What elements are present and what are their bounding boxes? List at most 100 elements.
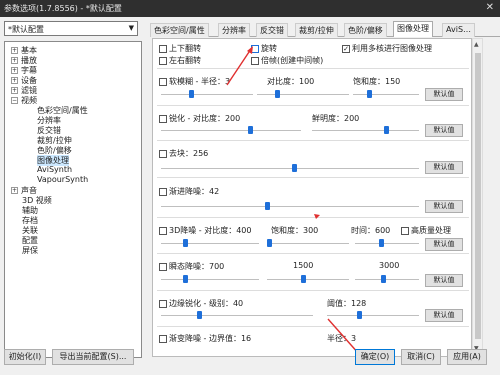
flip-horizontal-checkbox[interactable]: 左右翻转 — [159, 55, 201, 66]
slider-thumb[interactable] — [379, 239, 384, 247]
temporal-denoise-checkbox[interactable]: 瞬态降噪：700 — [159, 261, 224, 272]
collapse-icon[interactable]: − — [11, 97, 18, 104]
export-config-button[interactable]: 导出当前配置(S)... — [52, 349, 134, 365]
tab-bar: 色彩空间/属性 分辨率 反交错 裁剪/拉伸 色阶/偏移 图像处理 AviS… — [150, 21, 500, 37]
checkbox-box[interactable] — [159, 226, 167, 235]
scroll-thumb[interactable] — [475, 53, 481, 339]
tree-item-avisynth[interactable]: AviSynth — [37, 165, 72, 174]
image-processing-panel: 上下翻转 左右翻转 旋转 倍帧(创建中间帧) ✓ 利用多核进行图像处理 软模糊 -… — [152, 38, 472, 357]
temporal-denoise-slider-2[interactable] — [267, 279, 349, 280]
soften-saturation-label: 饱和度：150 — [353, 77, 401, 86]
expand-icon[interactable]: + — [11, 187, 18, 194]
slider-thumb[interactable] — [301, 275, 306, 283]
slider-thumb[interactable] — [275, 90, 280, 98]
divider — [157, 326, 469, 327]
expand-icon[interactable]: + — [11, 77, 18, 84]
slider-thumb[interactable] — [183, 239, 188, 247]
slider-thumb[interactable] — [267, 239, 272, 247]
default-button[interactable]: 默认值 — [425, 274, 463, 287]
soften-saturation-slider[interactable] — [353, 94, 419, 95]
edge-level-slider[interactable] — [161, 315, 313, 316]
deblock-slider[interactable] — [161, 168, 419, 169]
temporal-denoise-slider-1[interactable] — [161, 279, 259, 280]
ok-button[interactable]: 确定(O) — [355, 349, 395, 365]
tree-item-vapoursynth[interactable]: VapourSynth — [37, 175, 88, 184]
checkbox-box[interactable] — [159, 299, 167, 308]
sharpen-checkbox[interactable]: 锐化 - 对比度：200 — [159, 113, 240, 124]
denoise-slider[interactable] — [161, 206, 419, 207]
temporal-denoise-value-3: 3000 — [379, 261, 400, 270]
checkbox-box[interactable] — [401, 226, 409, 235]
soften-contrast-slider[interactable] — [257, 94, 349, 95]
edge-threshold-slider[interactable] — [327, 315, 419, 316]
slider-thumb[interactable] — [381, 275, 386, 283]
default-button[interactable]: 默认值 — [425, 124, 463, 137]
denoise3d-checkbox[interactable]: 3D降噪 - 对比度：400 — [159, 225, 252, 236]
checkbox-box[interactable] — [159, 334, 167, 343]
flip-vertical-checkbox[interactable]: 上下翻转 — [159, 43, 201, 54]
slider-thumb[interactable] — [248, 126, 253, 134]
slider-thumb[interactable] — [183, 275, 188, 283]
tab-crop[interactable]: 裁剪/拉伸 — [295, 23, 338, 37]
checkbox-box[interactable] — [159, 149, 167, 158]
slider-thumb[interactable] — [292, 164, 297, 172]
denoise3d-saturation-slider[interactable] — [267, 243, 349, 244]
slider-thumb[interactable] — [197, 311, 202, 319]
scroll-up-icon[interactable]: ▲ — [474, 41, 479, 48]
checkbox-box[interactable] — [159, 114, 167, 123]
category-tree[interactable]: + 基本 + 播放 + 字幕 + 设备 + 滤镜 − 视频 色彩空间/属性 分辨率 反交错 … — [4, 41, 142, 358]
denoise3d-time-slider[interactable] — [355, 243, 419, 244]
preset-dropdown[interactable]: *默认配置 ▼ — [4, 21, 138, 36]
deblock-checkbox[interactable]: 去块：256 — [159, 148, 208, 159]
sharpen-brightness-label: 鲜明度：200 — [312, 114, 360, 123]
panel-scrollbar[interactable]: ▲ ▼ — [472, 38, 483, 357]
preferences-window: *默认配置 ▼ + 基本 + 播放 + 字幕 + 设备 + 滤镜 − 视频 色彩空间/属性 … — [0, 17, 500, 375]
cancel-button[interactable]: 取消(C) — [401, 349, 441, 365]
sharpen-contrast-slider[interactable] — [161, 130, 301, 131]
tab-colorspace[interactable]: 色彩空间/属性 — [150, 23, 209, 37]
tab-deinterlace[interactable]: 反交错 — [256, 23, 288, 37]
default-button[interactable]: 默认值 — [425, 200, 463, 213]
slider-thumb[interactable] — [189, 90, 194, 98]
soften-radius-slider[interactable] — [161, 94, 253, 95]
close-icon[interactable]: ✕ — [486, 2, 494, 13]
sharpen-brightness-slider[interactable] — [312, 130, 419, 131]
checkbox-box[interactable] — [159, 262, 167, 271]
default-button[interactable]: 默认值 — [425, 309, 463, 322]
preset-value: *默认配置 — [8, 25, 44, 34]
tab-resolution[interactable]: 分辨率 — [218, 23, 250, 37]
tab-image-processing[interactable]: 图像处理 — [393, 21, 433, 37]
tab-avisynth[interactable]: AviS… — [442, 23, 476, 37]
denoise3d-contrast-slider[interactable] — [161, 243, 259, 244]
gradient-denoise-checkbox[interactable]: 渐变降噪 - 边界值：16 — [159, 333, 251, 344]
tab-levels[interactable]: 色阶/偏移 — [344, 23, 387, 37]
expand-icon[interactable]: + — [11, 87, 18, 94]
denoise-checkbox[interactable]: 渐进降噪：42 — [159, 186, 219, 197]
apply-button[interactable]: 应用(A) — [447, 349, 487, 365]
soften-checkbox[interactable]: 软模糊 - 半径：3 — [159, 76, 230, 87]
slider-thumb[interactable] — [265, 202, 270, 210]
expand-icon[interactable]: + — [11, 47, 18, 54]
checkbox-box[interactable] — [159, 44, 167, 53]
temporal-denoise-slider-3[interactable] — [355, 279, 419, 280]
expand-icon[interactable]: + — [11, 67, 18, 74]
hq-processing-checkbox[interactable]: 高质量处理 — [401, 225, 451, 236]
chevron-down-icon: ▼ — [128, 24, 134, 32]
divider — [157, 68, 469, 69]
edge-sharpen-checkbox[interactable]: 边缘锐化 - 级别：40 — [159, 298, 243, 309]
default-button[interactable]: 默认值 — [425, 161, 463, 174]
slider-thumb[interactable] — [367, 90, 372, 98]
tree-item-video[interactable]: − 视频 — [11, 95, 37, 106]
multicore-checkbox[interactable]: ✓ 利用多核进行图像处理 — [342, 43, 432, 54]
checkbox-box[interactable] — [159, 187, 167, 196]
checkbox-box[interactable] — [159, 56, 167, 65]
init-button[interactable]: 初始化(I) — [4, 349, 46, 365]
tree-item-screensaver[interactable]: 屏保 — [22, 245, 38, 256]
checkbox-box[interactable] — [159, 77, 167, 86]
default-button[interactable]: 默认值 — [425, 238, 463, 251]
check-icon[interactable]: ✓ — [342, 44, 350, 53]
expand-icon[interactable]: + — [11, 57, 18, 64]
slider-thumb[interactable] — [384, 126, 389, 134]
double-frame-checkbox[interactable]: 倍帧(创建中间帧) — [251, 55, 323, 66]
default-button[interactable]: 默认值 — [425, 88, 463, 101]
